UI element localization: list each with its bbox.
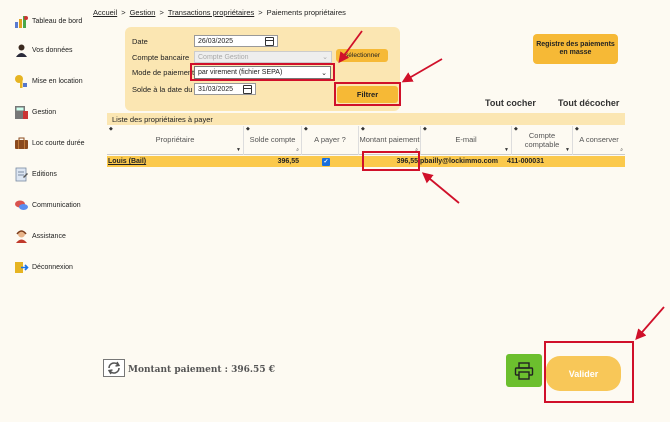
sort-icon[interactable]: ◆ — [304, 126, 308, 133]
refresh-button[interactable] — [103, 359, 125, 377]
col-solde[interactable]: ◆ Solde compte ⌕ — [243, 126, 301, 155]
dashboard-icon — [14, 14, 29, 29]
calendar-icon[interactable] — [243, 84, 252, 94]
col-proprietaire[interactable]: ◆ Propriétaire ▼ — [107, 126, 243, 155]
sidebar-item-editions[interactable]: Editions — [14, 167, 57, 182]
print-button[interactable] — [506, 354, 542, 387]
annotation-box-filtrer — [334, 82, 401, 106]
calculator-icon — [14, 105, 29, 120]
arrow-to-montant — [421, 172, 460, 204]
solde-row: Solde à la date du 31/03/2025 — [132, 83, 256, 95]
sidebar-item-communication[interactable]: Communication — [14, 198, 81, 213]
compte-cell: 411-000031 — [507, 158, 544, 165]
document-icon — [14, 167, 29, 182]
select-button[interactable]: Sélectionner — [336, 49, 388, 62]
solde-date-field[interactable]: 31/03/2025 — [194, 83, 256, 95]
mode-label: Mode de paiement — [132, 68, 194, 77]
a-payer-checkbox-cell: ✓ — [322, 156, 330, 167]
filter-icon[interactable]: ▼ — [504, 147, 509, 154]
sort-icon[interactable]: ◆ — [361, 126, 365, 133]
col-a-payer[interactable]: ◆ A payer ? — [301, 126, 358, 155]
sidebar-item-mise-en-location[interactable]: Mise en location — [14, 74, 83, 89]
a-payer-checkbox[interactable]: ✓ — [322, 157, 330, 166]
sidebar-item-tableau-de-bord[interactable]: Tableau de bord — [14, 14, 82, 29]
date-field[interactable]: 26/03/2025 — [194, 35, 278, 47]
sort-icon[interactable]: ◆ — [109, 126, 113, 133]
user-icon — [14, 43, 29, 58]
proprietaire-link[interactable]: Louis (Bail) — [108, 156, 146, 167]
breadcrumb-current: Paiements propriétaires — [266, 8, 346, 17]
annotation-box-valider — [544, 341, 634, 403]
key-icon — [14, 74, 29, 89]
arrow-to-valider — [635, 306, 665, 341]
breadcrumb-transactions[interactable]: Transactions propriétaires — [168, 8, 254, 17]
date-row: Date 26/03/2025 — [132, 35, 278, 47]
annotation-box-montant — [362, 151, 420, 171]
sidebar-item-loc-courte-duree[interactable]: Loc courte durée — [14, 136, 85, 151]
search-icon[interactable]: ⌕ — [620, 147, 623, 154]
sidebar-item-deconnexion[interactable]: Déconnexion — [14, 260, 73, 275]
sort-icon[interactable]: ◆ — [246, 126, 250, 133]
col-email[interactable]: ◆ E-mail ▼ — [420, 126, 511, 155]
printer-icon — [514, 361, 534, 380]
sidebar-item-assistance[interactable]: Assistance — [14, 229, 66, 244]
sort-icon[interactable]: ◆ — [575, 126, 579, 133]
breadcrumb: Accueil > Gestion > Transactions propriétair… — [93, 8, 346, 17]
compte-bancaire-select: Compte Gestion ⌄ — [194, 51, 332, 63]
table-title: Liste des propriétaires à payer — [107, 113, 625, 125]
filter-icon[interactable]: ▼ — [565, 147, 570, 154]
breadcrumb-accueil[interactable]: Accueil — [93, 8, 117, 17]
tout-cocher-link[interactable]: Tout cocher — [485, 98, 536, 108]
annotation-box-mode-paiement — [190, 63, 335, 81]
sort-icon[interactable]: ◆ — [423, 126, 427, 133]
solde-label: Solde à la date du — [132, 84, 193, 94]
sort-icon[interactable]: ◆ — [514, 126, 518, 133]
compte-label: Compte bancaire — [132, 52, 190, 62]
refresh-icon — [107, 361, 121, 375]
calendar-icon[interactable] — [265, 36, 274, 46]
montant-total: Montant paiement : 396.55 € — [128, 365, 275, 375]
suitcase-icon — [14, 136, 29, 151]
sidebar-item-gestion[interactable]: Gestion — [14, 105, 56, 120]
chevron-down-icon: ⌄ — [322, 54, 328, 61]
chat-icon — [14, 198, 29, 213]
date-label: Date — [132, 36, 148, 46]
email-cell: pbailly@lockimmo.com — [420, 158, 499, 165]
compte-row: Compte bancaire Compte Gestion ⌄ — [132, 51, 332, 63]
search-icon[interactable]: ⌕ — [296, 147, 299, 154]
logout-icon — [14, 260, 29, 275]
col-compte[interactable]: ◆ Compte comptable ▼ — [511, 126, 572, 155]
breadcrumb-gestion[interactable]: Gestion — [130, 8, 156, 17]
arrow-to-filtrer — [401, 58, 443, 83]
support-agent-icon — [14, 229, 29, 244]
sidebar: Tableau de bord Vos données Mise en loca… — [0, 0, 92, 422]
registre-button[interactable]: Registre des paiements en masse — [533, 34, 618, 64]
tout-decocher-link[interactable]: Tout décocher — [558, 98, 619, 108]
sidebar-item-vos-donnees[interactable]: Vos données — [14, 43, 72, 58]
filter-icon[interactable]: ▼ — [236, 147, 241, 154]
col-conserver[interactable]: ◆ A conserver ⌕ — [572, 126, 625, 155]
solde-cell: 396,55 — [277, 158, 299, 165]
